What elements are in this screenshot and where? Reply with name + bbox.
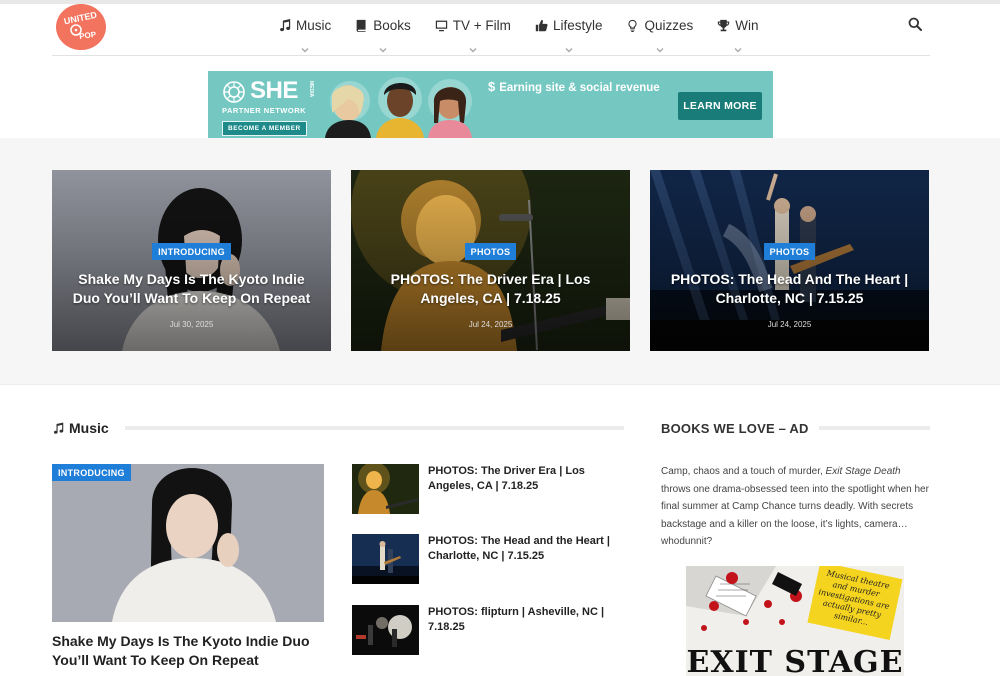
become-member-button[interactable]: BECOME A MEMBER [222, 121, 307, 136]
book-cover[interactable]: Musical theatre and murder investigation… [686, 566, 904, 676]
chevron-down-icon [565, 42, 573, 53]
nav-music[interactable]: Music [266, 4, 343, 53]
music-list-item[interactable]: PHOTOS: The Head and the Heart | Charlot… [352, 534, 624, 584]
she-media-logo: SHE MEDIA PARTNER NETWORK BECOME A MEMBE… [222, 77, 314, 136]
nav-lifestyle-label: Lifestyle [552, 17, 603, 33]
chevron-down-icon [379, 42, 387, 53]
book-title-link[interactable]: Exit Stage Death [826, 466, 901, 477]
featured-card[interactable]: PHOTOS PHOTOS: The Driver Era | Los Ange… [351, 170, 630, 351]
music-section-title[interactable]: Music [69, 420, 109, 436]
list-title[interactable]: PHOTOS: The Driver Era | Los Angeles, CA… [428, 464, 624, 493]
nav-quizzes-label: Quizzes [644, 17, 694, 33]
she-media-sub: MEDIA [308, 81, 314, 98]
chevron-down-icon [301, 42, 309, 53]
music-note-icon [280, 18, 291, 31]
trophy-icon [718, 19, 730, 31]
card-title[interactable]: PHOTOS: The Driver Era | Los Angeles, CA… [363, 270, 618, 308]
united-by-pop-logo-icon: UNITED POP [58, 4, 104, 50]
dollar-icon: $ [488, 79, 496, 94]
card-title[interactable]: Shake My Days Is The Kyoto Indie Duo You… [64, 270, 319, 308]
nav-win-label: Win [735, 17, 759, 33]
nav-win[interactable]: Win [705, 4, 770, 53]
nav-music-label: Music [296, 17, 332, 33]
music-note-icon [53, 422, 64, 434]
banner-people-image [325, 77, 472, 138]
main-nav: Music Books TV + Film Lifestyle Quizzes … [266, 4, 771, 53]
nav-quizzes[interactable]: Quizzes [614, 4, 705, 53]
nav-books[interactable]: Books [343, 4, 423, 53]
article-thumb-image [352, 534, 419, 584]
sidebar-description: Camp, chaos and a touch of murder, Exit … [661, 466, 929, 547]
music-main-title[interactable]: Shake My Days Is The Kyoto Indie Duo You… [52, 632, 324, 670]
banner-ad[interactable]: SHE MEDIA PARTNER NETWORK BECOME A MEMBE… [208, 71, 773, 138]
book-icon [356, 19, 366, 32]
section-divider [124, 426, 624, 430]
music-section-header: Music [52, 418, 624, 438]
card-meta: PHOTOS PHOTOS: The Driver Era | Los Ange… [351, 242, 630, 329]
category-badge[interactable]: INTRODUCING [152, 243, 231, 260]
search-icon [908, 17, 922, 31]
card-date: Jul 24, 2025 [468, 320, 513, 329]
card-title[interactable]: PHOTOS: The Head And The Heart | Charlot… [662, 270, 917, 308]
nav-tv-film-label: TV + Film [452, 17, 511, 33]
she-brand: SHE [222, 77, 307, 105]
chevron-down-icon [656, 42, 664, 53]
site-logo[interactable]: UNITED POP [56, 4, 106, 50]
site-header: UNITED POP Music Books TV + Film Lifesty… [52, 4, 930, 56]
list-title[interactable]: PHOTOS: The Head and the Heart | Charlot… [428, 534, 624, 563]
music-list-item[interactable]: PHOTOS: flipturn | Asheville, NC | 7.18.… [352, 605, 624, 655]
article-thumb-image [352, 464, 419, 514]
category-badge[interactable]: PHOTOS [464, 243, 517, 260]
list-thumbnail [352, 464, 419, 514]
section-divider [818, 426, 930, 430]
category-badge[interactable]: INTRODUCING [52, 464, 131, 481]
nav-lifestyle[interactable]: Lifestyle [523, 4, 615, 53]
chevron-down-icon [469, 42, 477, 53]
card-date: Jul 30, 2025 [169, 320, 214, 329]
thumbs-up-icon [535, 19, 548, 31]
she-brand-text: SHE [250, 77, 298, 104]
cover-title-text: EXIT STAGE [686, 645, 903, 676]
card-date: Jul 24, 2025 [767, 320, 812, 329]
music-main-image[interactable]: INTRODUCING [52, 464, 324, 622]
list-title[interactable]: PHOTOS: flipturn | Asheville, NC | 7.18.… [428, 605, 624, 634]
chevron-down-icon [734, 42, 742, 53]
card-meta: PHOTOS PHOTOS: The Head And The Heart | … [650, 242, 929, 329]
featured-strip: INTRODUCING Shake My Days Is The Kyoto I… [0, 138, 1000, 385]
music-list-item[interactable]: PHOTOS: The Driver Era | Los Angeles, CA… [352, 464, 624, 514]
featured-card[interactable]: PHOTOS PHOTOS: The Head And The Heart | … [650, 170, 929, 351]
lightbulb-icon [628, 19, 638, 32]
featured-card[interactable]: INTRODUCING Shake My Days Is The Kyoto I… [52, 170, 331, 351]
banner-tagline: $ Earning site & social revenue [488, 79, 660, 94]
list-thumbnail [352, 534, 419, 584]
article-image [52, 464, 324, 622]
list-thumbnail [352, 605, 419, 655]
learn-more-button[interactable]: LEARN MORE [678, 92, 762, 120]
nav-tv-film[interactable]: TV + Film [423, 4, 523, 53]
sidebar-header: BOOKS WE LOVE – AD [661, 418, 930, 438]
nav-books-label: Books [373, 17, 411, 33]
category-badge[interactable]: PHOTOS [763, 243, 816, 260]
article-thumb-image [352, 605, 419, 655]
search-button[interactable] [908, 17, 922, 31]
sidebar-title: BOOKS WE LOVE – AD [661, 420, 809, 436]
card-meta: INTRODUCING Shake My Days Is The Kyoto I… [52, 242, 331, 329]
tv-icon [435, 20, 447, 31]
book-cover-image: Musical theatre and murder investigation… [686, 566, 904, 676]
swirl-icon [223, 81, 245, 103]
partner-network-label: PARTNER NETWORK [222, 106, 307, 115]
